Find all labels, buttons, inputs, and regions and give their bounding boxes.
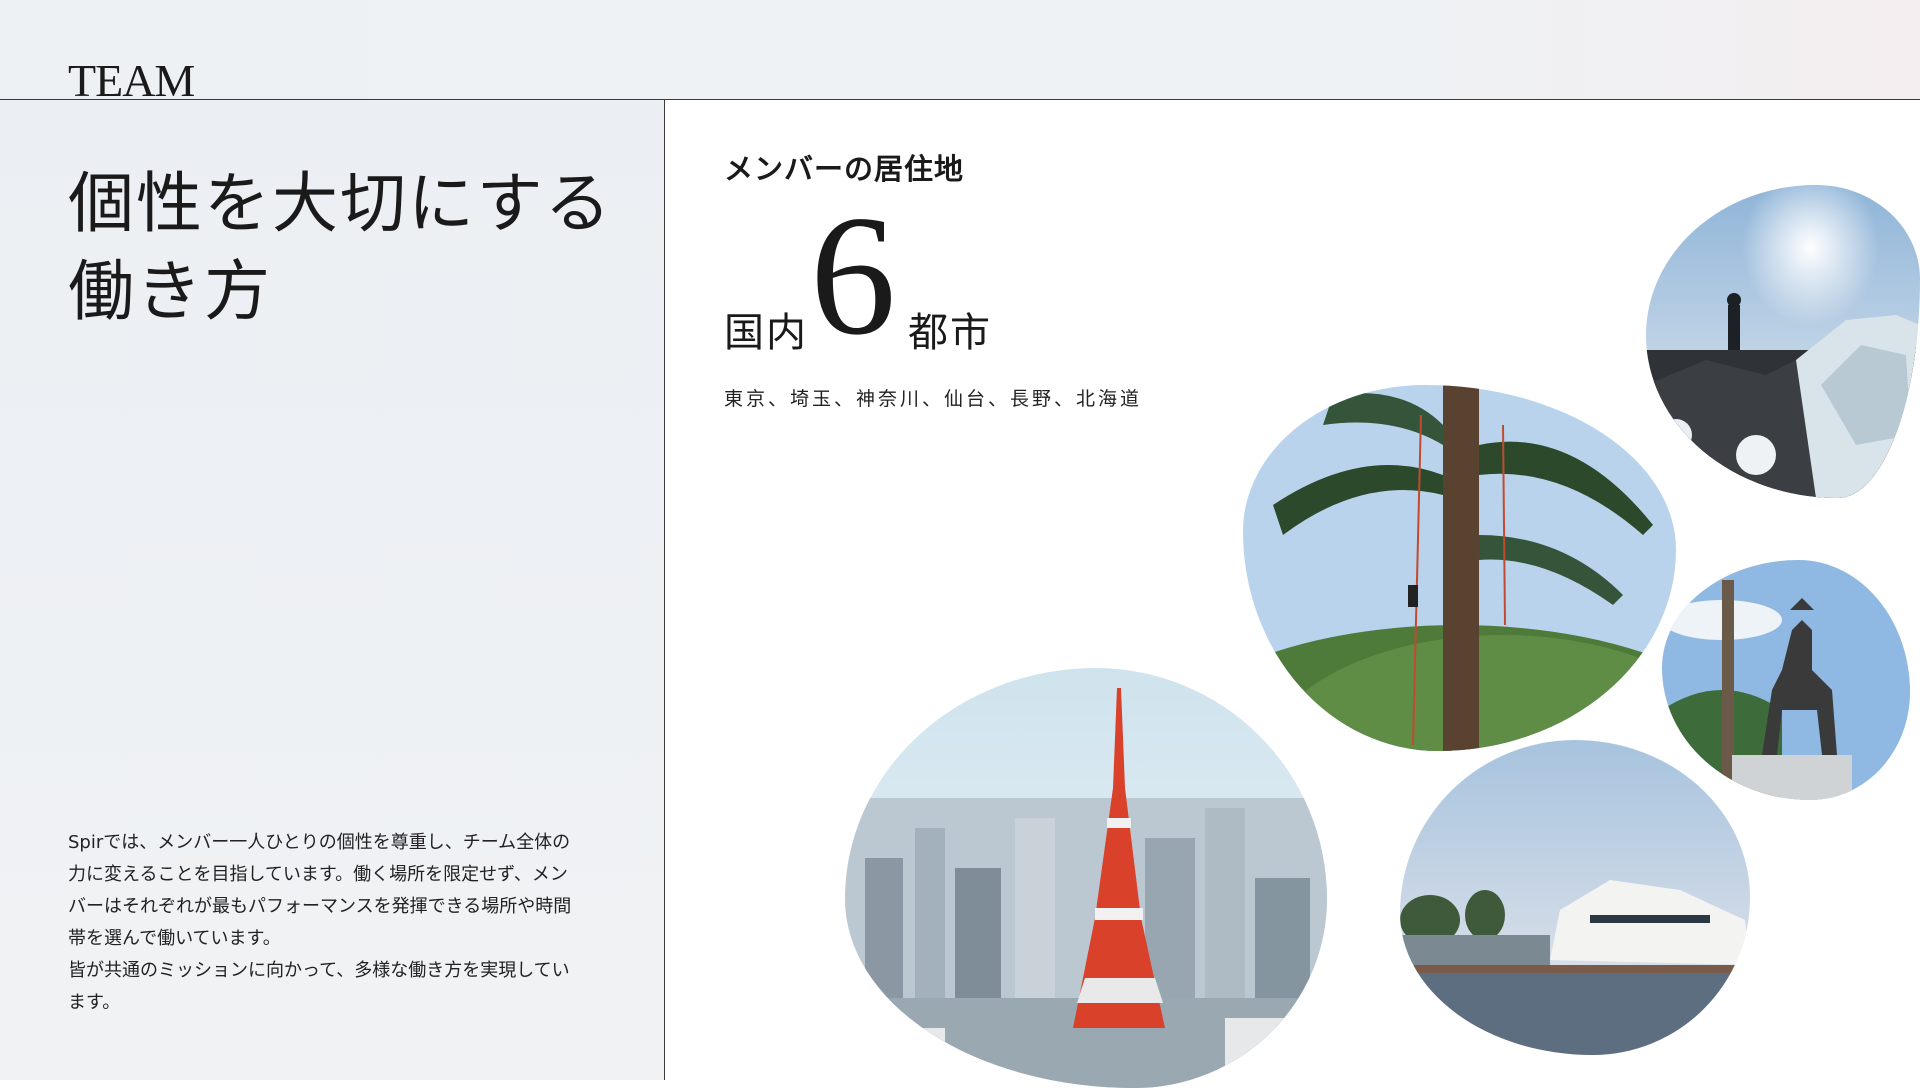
photo-nagano-tree xyxy=(1243,385,1676,751)
stats-number: 6 xyxy=(810,181,896,371)
stats-suffix: 都市 xyxy=(908,310,992,356)
stats-prefix: 国内 xyxy=(724,310,808,356)
photo-sendai-statue xyxy=(1662,560,1910,800)
description-line: ます。 xyxy=(68,992,121,1013)
photo-hokkaido-ice xyxy=(1646,185,1920,498)
header-bar xyxy=(0,0,1920,100)
description-line: Spirでは、メンバー一人ひとりの個性を尊重し、チーム全体の xyxy=(68,832,571,853)
photo-tokyo-tower xyxy=(845,668,1327,1088)
description-line: 皆が共通のミッションに向かって、多様な働き方を実現してい xyxy=(68,960,570,981)
photo-marina xyxy=(1400,740,1750,1055)
description-line: バーはそれぞれが最もパフォーマンスを発揮できる場所や時間 xyxy=(68,896,572,917)
section-title: TEAM xyxy=(68,55,195,106)
headline-line-1: 個性を大切にする xyxy=(68,165,613,242)
headline: 個性を大切にする 働き方 xyxy=(68,160,613,336)
cities-list: 東京、埼玉、神奈川、仙台、長野、北海道 xyxy=(724,388,1143,410)
description-line: 力に変えることを目指しています。働く場所を限定せず、メン xyxy=(68,864,568,885)
description-line: 帯を選んで働いています。 xyxy=(68,928,281,949)
description: Spirでは、メンバー一人ひとりの個性を尊重し、チーム全体の 力に変えることを目… xyxy=(68,827,608,1019)
headline-line-2: 働き方 xyxy=(68,253,272,330)
